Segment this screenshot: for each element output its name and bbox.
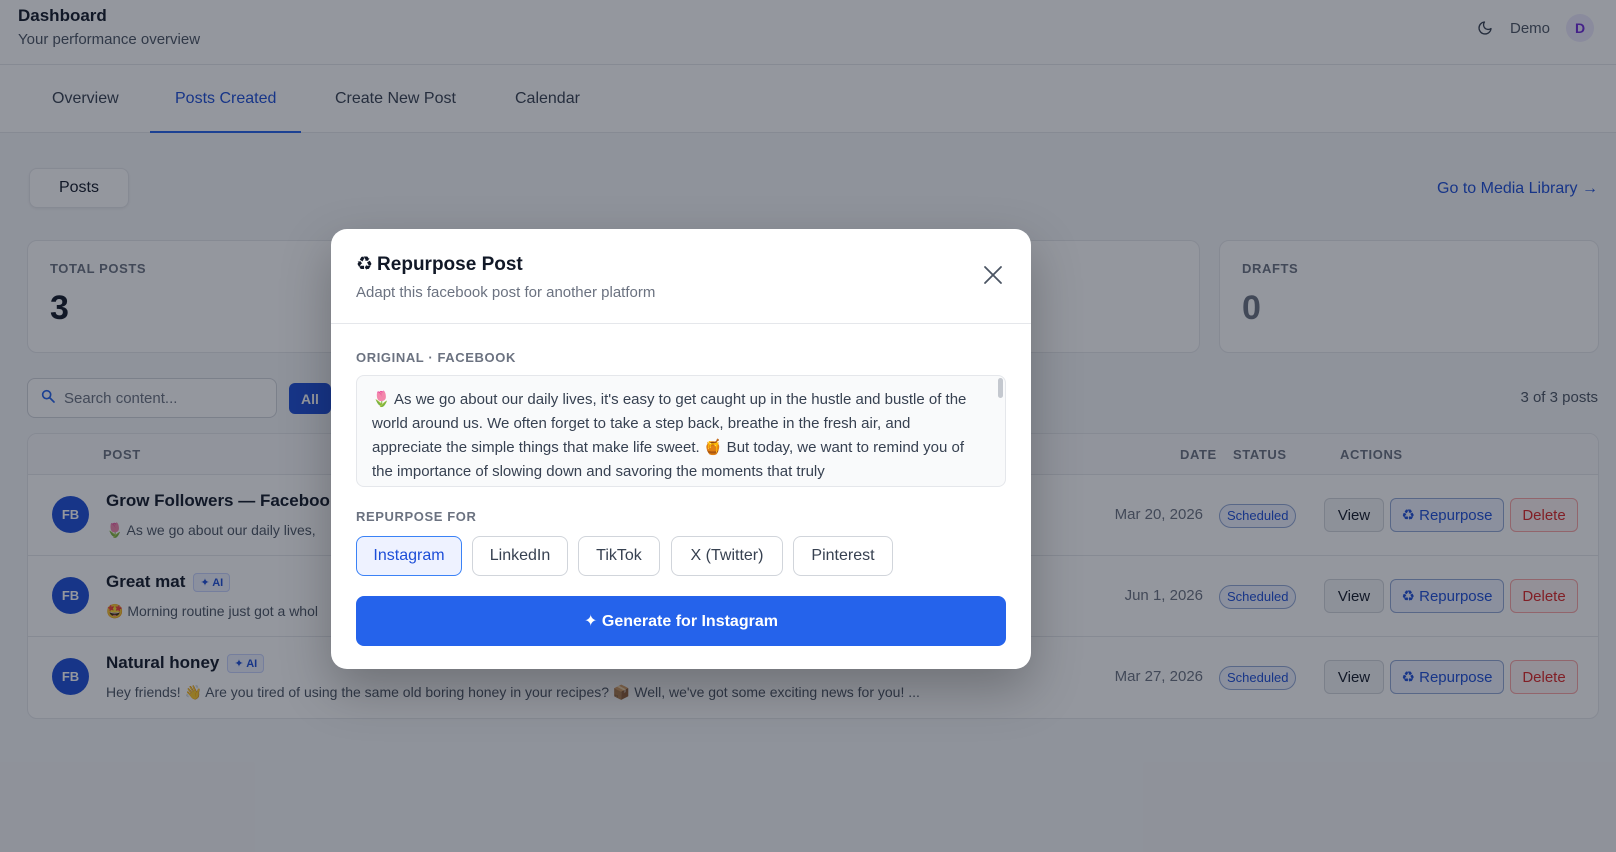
repurpose-modal: ♻ Repurpose Post Adapt this facebook pos… [331,229,1031,669]
original-label: ORIGINAL · FACEBOOK [356,350,516,365]
modal-header: ♻ Repurpose Post Adapt this facebook pos… [331,229,1031,324]
modal-subtitle: Adapt this facebook post for another pla… [356,284,656,301]
close-icon[interactable] [983,265,1003,285]
original-post-text: 🌷 As we go about our daily lives, it's e… [372,391,967,480]
platform-option-instagram[interactable]: Instagram [356,536,462,576]
recycle-icon: ♻ [356,254,374,275]
platform-option-tiktok[interactable]: TikTok [578,536,660,576]
generate-button[interactable]: ✦ Generate for Instagram [356,596,1006,646]
platform-option-linkedin[interactable]: LinkedIn [472,536,568,576]
scrollbar-thumb[interactable] [998,378,1003,398]
repurpose-for-label: REPURPOSE FOR [356,509,477,524]
original-post-box[interactable]: 🌷 As we go about our daily lives, it's e… [356,375,1006,487]
platform-option-pinterest[interactable]: Pinterest [793,536,893,576]
platform-option-x-twitter[interactable]: X (Twitter) [671,536,783,576]
modal-title: ♻ Repurpose Post [356,253,523,276]
